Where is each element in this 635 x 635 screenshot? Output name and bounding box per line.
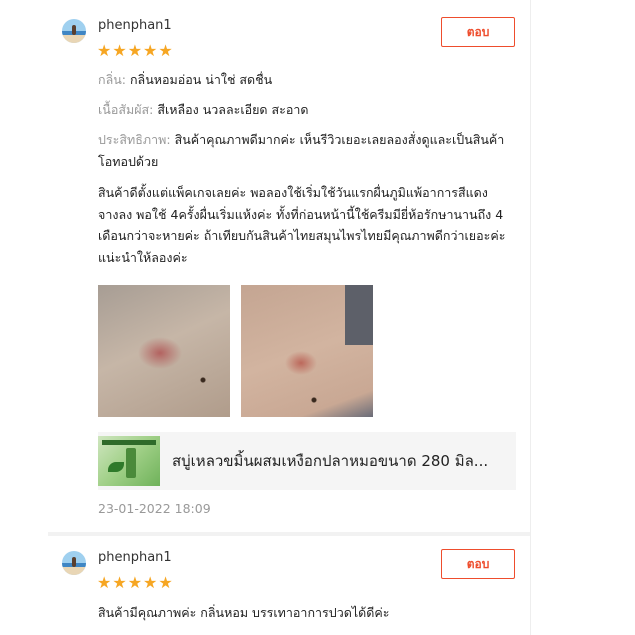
star-icon: ★ xyxy=(158,41,173,60)
username[interactable]: phenphan1 xyxy=(98,550,172,565)
rating-stars: ★ ★ ★ ★ ★ xyxy=(97,42,174,60)
star-icon: ★ xyxy=(158,573,173,592)
star-icon: ★ xyxy=(97,41,112,60)
review-card: phenphan1 ★ ★ ★ ★ ★ ตอบ กลิ่น: กลิ่นหอมอ… xyxy=(48,0,530,532)
attribute-label: กลิ่น: xyxy=(98,72,126,87)
review-photo[interactable] xyxy=(98,285,230,417)
username[interactable]: phenphan1 xyxy=(98,18,172,33)
attribute-effectiveness: ประสิทธิภาพ: สินค้าคุณภาพดีมากค่ะ เห็นรี… xyxy=(98,129,508,172)
rating-stars: ★ ★ ★ ★ ★ xyxy=(97,574,174,592)
reply-button[interactable]: ตอบ xyxy=(441,549,515,579)
attribute-value: กลิ่นหอมอ่อน น่าใช่ สดชื่น xyxy=(129,72,273,87)
star-icon: ★ xyxy=(112,41,127,60)
attribute-scent: กลิ่น: กลิ่นหอมอ่อน น่าใช่ สดชื่น xyxy=(98,69,508,91)
star-icon: ★ xyxy=(143,41,158,60)
attribute-label: ประสิทธิภาพ: xyxy=(98,132,171,147)
star-icon: ★ xyxy=(127,573,143,592)
review-text: สินค้าดีตั้งแต่แพ็คเกจเลยค่ะ พอลองใช้เริ… xyxy=(98,185,506,265)
review-text: สินค้ามีคุณภาพค่ะ กลิ่นหอม บรรเทาอาการปว… xyxy=(98,605,390,620)
star-icon: ★ xyxy=(127,41,143,60)
attribute-value: สีเหลือง นวลละเอียด สะอาด xyxy=(157,102,309,117)
star-icon: ★ xyxy=(97,573,112,592)
review-timestamp: 23-01-2022 18:09 xyxy=(98,501,211,516)
avatar[interactable] xyxy=(62,19,86,43)
review-card: phenphan1 ★ ★ ★ ★ ★ ตอบ สินค้ามีคุณภาพค่… xyxy=(48,536,530,635)
reply-button[interactable]: ตอบ xyxy=(441,17,515,47)
product-link[interactable]: สบู่เหลวขมิ้นผสมเหงือกปลาหมอขนาด 280 มิล… xyxy=(98,432,516,490)
star-icon: ★ xyxy=(112,573,127,592)
star-icon: ★ xyxy=(143,573,158,592)
product-thumbnail xyxy=(98,436,160,486)
avatar[interactable] xyxy=(62,551,86,575)
right-edge-divider xyxy=(530,0,531,635)
attribute-label: เนื้อสัมผัส: xyxy=(98,102,154,117)
attribute-texture: เนื้อสัมผัส: สีเหลือง นวลละเอียด สะอาด xyxy=(98,99,508,121)
review-photo[interactable] xyxy=(241,285,373,417)
product-name: สบู่เหลวขมิ้นผสมเหงือกปลาหมอขนาด 280 มิล… xyxy=(172,452,489,470)
